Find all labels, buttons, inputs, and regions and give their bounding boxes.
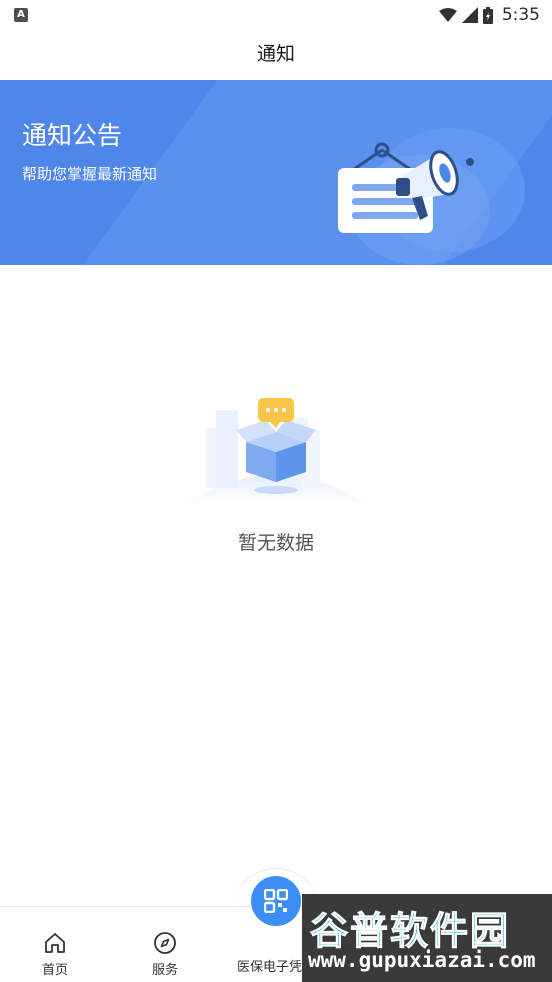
signal-icon xyxy=(461,7,478,23)
wifi-icon xyxy=(438,8,457,22)
megaphone-notice-illustration xyxy=(338,128,525,265)
notification-app-icon: A xyxy=(14,8,28,22)
nav-bar: 通知 xyxy=(0,30,552,78)
empty-box-illustration xyxy=(184,398,368,505)
banner-title: 通知公告 xyxy=(22,121,123,150)
tab-home[interactable]: 首页 xyxy=(0,907,110,982)
medical-insurance-qr-button[interactable] xyxy=(251,876,301,926)
home-icon xyxy=(45,933,65,953)
banner-subtitle: 帮助您掌握最新通知 xyxy=(22,165,158,183)
tab-services-label: 服务 xyxy=(151,963,178,978)
battery-icon xyxy=(482,6,493,24)
watermark-url: www.gupuxiazai.com xyxy=(308,948,536,972)
status-time: 5:35 xyxy=(501,5,540,25)
tab-home-label: 首页 xyxy=(41,963,68,978)
tab-services[interactable]: 服务 xyxy=(110,907,220,982)
qr-code-icon xyxy=(264,889,288,913)
status-bar: A 5:35 xyxy=(0,0,552,30)
notice-banner: 通知公告 帮助您掌握最新通知 xyxy=(0,80,552,265)
watermark-overlay: 谷普软件园 www.gupuxiazai.com xyxy=(302,894,552,982)
empty-state-text: 暂无数据 xyxy=(237,532,314,554)
watermark-title: 谷普软件园 xyxy=(309,909,511,954)
status-indicators: 5:35 xyxy=(438,4,540,26)
page-title: 通知 xyxy=(256,43,295,65)
compass-icon xyxy=(154,932,176,954)
